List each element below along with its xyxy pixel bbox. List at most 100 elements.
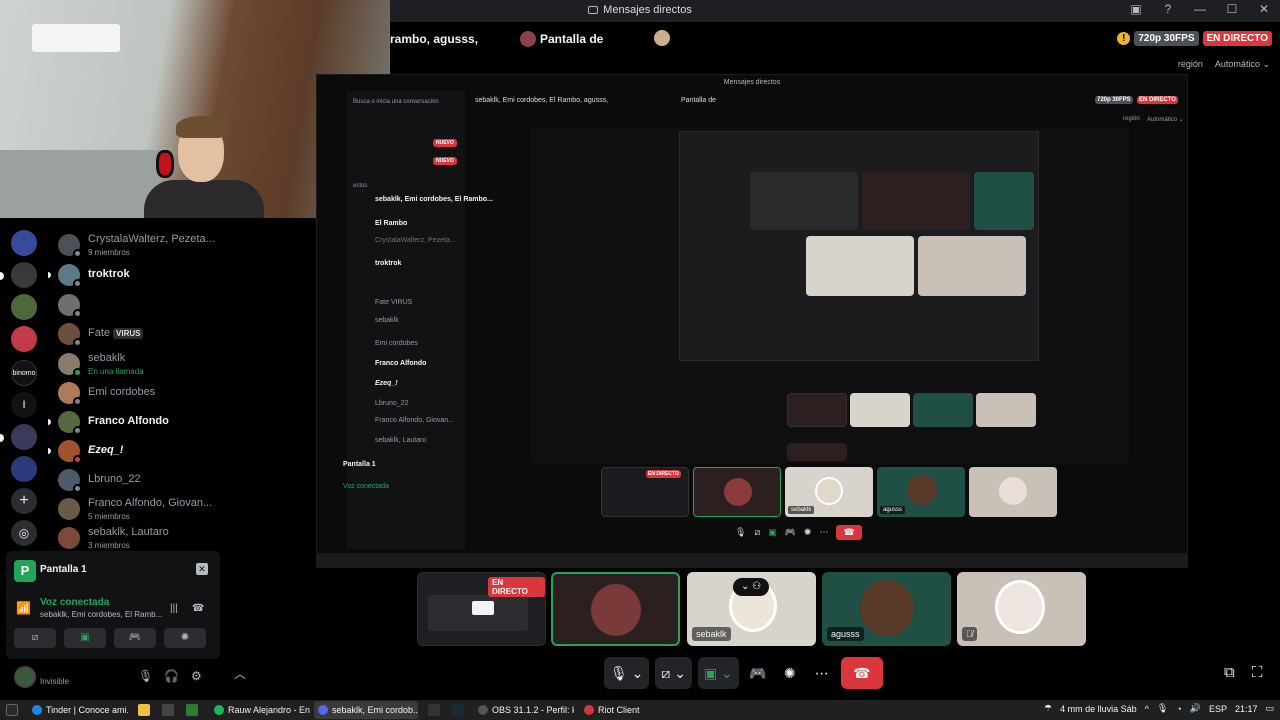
- dm-item[interactable]: CrystalaWalterz, Pezeta... 9 miembros: [58, 230, 218, 260]
- microphone-button[interactable]: 🎙 ⌄: [604, 657, 650, 689]
- hang-up-icon: ☎: [836, 525, 862, 540]
- chevron-up-icon[interactable]: ^: [1145, 704, 1149, 714]
- signal-icon[interactable]: 📶: [16, 601, 31, 615]
- help-icon[interactable]: ?: [1160, 2, 1176, 16]
- folder-icon[interactable]: [138, 704, 150, 716]
- minimize-button[interactable]: —: [1192, 2, 1208, 16]
- video-tile: [913, 393, 973, 427]
- app-name: Pantalla 1: [40, 564, 87, 575]
- activity-icon: 🎮: [784, 527, 796, 537]
- quality-select[interactable]: Automático ⌄: [1215, 59, 1270, 70]
- taskbar-item[interactable]: sebaklk, Emi cordob...: [314, 701, 418, 719]
- server-icon[interactable]: [11, 456, 37, 482]
- stream-view[interactable]: Mensajes directos Busca o inicia una con…: [316, 74, 1188, 568]
- weather-text[interactable]: 4 mm de lluvia Sáb: [1060, 704, 1137, 714]
- steam-icon[interactable]: [452, 704, 464, 716]
- search-icon[interactable]: [6, 704, 18, 716]
- server-icon[interactable]: [11, 424, 37, 450]
- server-icon[interactable]: [11, 230, 37, 256]
- dm-item[interactable]: Ezeq_!: [48, 436, 218, 466]
- video-tile-selected[interactable]: [551, 572, 680, 646]
- avatar: [58, 440, 82, 464]
- video-tile[interactable]: agusss: [822, 572, 951, 646]
- headphones-icon[interactable]: 🎧: [164, 669, 179, 683]
- app-icon[interactable]: [162, 704, 174, 716]
- explore-icon[interactable]: ◎: [11, 520, 37, 546]
- wifi-icon[interactable]: ◔: [1176, 704, 1181, 714]
- voice-status[interactable]: Voz conectada: [40, 597, 109, 608]
- taskbar-item[interactable]: Rauw Alejandro - En...: [210, 701, 310, 719]
- soundboard-icon[interactable]: |||: [170, 603, 178, 614]
- chevron-up-icon[interactable]: ︿: [234, 665, 246, 682]
- dm-item[interactable]: [58, 290, 218, 320]
- soundboard-button[interactable]: ✺: [164, 628, 206, 648]
- camera-off-button[interactable]: ⧄: [14, 628, 56, 648]
- call-controls: 🎙 ⌄ ⧄ ⌄ ▣ ⌄ 🎮 ✺ ⋯ ☎: [604, 657, 883, 689]
- avatar: [58, 411, 82, 435]
- clock[interactable]: 21:17: [1235, 704, 1258, 714]
- taskbar-item[interactable]: Tinder | Conoce ami...: [28, 701, 128, 719]
- taskbar-item[interactable]: OBS 31.1.2 - Perfil: ki...: [474, 701, 574, 719]
- user-icon: ⌄ ⚇: [733, 578, 769, 596]
- stream-tile[interactable]: EN DIRECTO: [417, 572, 546, 646]
- more-button[interactable]: ⋯: [809, 657, 835, 689]
- warning-icon[interactable]: !: [1117, 32, 1131, 45]
- settings-icon[interactable]: ⚙: [191, 669, 202, 683]
- language-indicator[interactable]: ESP: [1209, 704, 1227, 714]
- video-tile: [787, 443, 847, 461]
- screen-share-button[interactable]: ▣ ⌄: [697, 657, 739, 689]
- taskbar-item[interactable]: Riot Client: [580, 701, 680, 719]
- activity-button[interactable]: 🎮: [114, 628, 156, 648]
- camera-button[interactable]: ⧄ ⌄: [655, 657, 692, 689]
- app-icon[interactable]: [186, 704, 198, 716]
- server-icon[interactable]: I: [11, 392, 37, 418]
- volume-icon[interactable]: 🔊: [1190, 703, 1201, 714]
- user-avatar: [654, 30, 670, 46]
- disconnect-icon[interactable]: ☎: [192, 603, 204, 614]
- screen-share-button[interactable]: ▣: [64, 628, 106, 648]
- video-tile[interactable]: ⌄ ⚇ sebaklk: [687, 572, 816, 646]
- tile-label: agusss: [827, 627, 864, 641]
- dm-item[interactable]: Fate VIRUS: [58, 319, 218, 349]
- app-icon[interactable]: [428, 704, 440, 716]
- server-icon[interactable]: [11, 326, 37, 352]
- screen-share-icon: ▣: [768, 527, 777, 537]
- video-tile: EN DIRECTO: [601, 467, 689, 517]
- close-button[interactable]: ✕: [1256, 2, 1272, 16]
- fullscreen-icon[interactable]: ⛶: [1252, 664, 1263, 681]
- dm-item[interactable]: Lbruno_22: [58, 465, 218, 495]
- avatar: [58, 498, 80, 520]
- stream-subheader: región Automático ⌄: [1178, 59, 1270, 70]
- video-tile: [976, 393, 1036, 427]
- maximize-button[interactable]: ☐: [1224, 2, 1240, 16]
- microphone-icon[interactable]: 🎙: [138, 669, 153, 683]
- inner-controls: 🎙 ⧄ ▣ 🎮 ✺ ⋯ ☎: [735, 525, 862, 540]
- soundboard-button[interactable]: ✺: [777, 657, 803, 689]
- dm-item[interactable]: troktrok: [48, 260, 218, 290]
- video-tile[interactable]: 🎙̸: [957, 572, 1086, 646]
- popout-icon[interactable]: ⧉: [1224, 664, 1235, 681]
- dm-item[interactable]: sebaklk, Lautaro 3 miembros: [58, 523, 218, 550]
- server-icon[interactable]: binomo: [11, 360, 37, 386]
- add-server-icon[interactable]: +: [11, 488, 37, 514]
- group-name: rambo, agusss,: [390, 32, 479, 46]
- inbox-icon[interactable]: ▣: [1128, 2, 1144, 16]
- notification-icon[interactable]: ▭: [1265, 703, 1274, 714]
- more-icon: ⋯: [819, 527, 829, 537]
- activity-button[interactable]: 🎮: [745, 657, 771, 689]
- avatar: [591, 584, 641, 636]
- server-icon[interactable]: [11, 294, 37, 320]
- avatar: [860, 580, 914, 636]
- hang-up-button[interactable]: ☎: [840, 657, 883, 689]
- dm-item[interactable]: sebaklk En una llamada: [58, 349, 218, 379]
- dm-item[interactable]: Franco Alfondo: [48, 407, 218, 437]
- close-activity-icon[interactable]: ✕: [196, 563, 208, 575]
- server-icon[interactable]: [11, 262, 37, 288]
- dm-item[interactable]: Franco Alfondo, Giovan... 5 miembros: [58, 494, 218, 524]
- soundboard-icon: ✺: [803, 527, 812, 537]
- weather-icon: ☂: [1043, 703, 1053, 713]
- avatar[interactable]: [14, 666, 36, 688]
- avatar: [58, 469, 82, 493]
- dm-item[interactable]: Emi cordobes: [58, 378, 218, 408]
- stream-header: rambo, agusss, Pantalla de ! 720p 30FPS …: [390, 22, 1280, 56]
